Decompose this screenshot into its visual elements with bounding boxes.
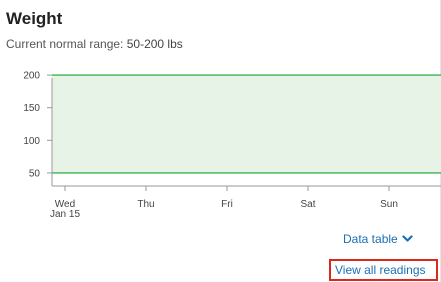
x-tick-label: Sat [300, 199, 315, 210]
x-tick-label: Thu [137, 199, 154, 210]
normal-range-band [52, 75, 441, 173]
y-tick-label: 100 [23, 136, 40, 147]
x-tick-label-line: Sat [300, 199, 315, 210]
view-all-readings-link[interactable]: View all readings [335, 263, 426, 277]
x-tick-label-line: Thu [137, 199, 154, 210]
data-table-label: Data table [343, 232, 398, 246]
data-table-toggle[interactable]: Data table [343, 232, 413, 246]
x-tick-label: Sun [380, 199, 398, 210]
x-tick-label-line: Fri [221, 199, 233, 210]
y-tick-label: 150 [23, 103, 40, 114]
y-tick-label: 50 [29, 168, 41, 179]
x-tick-label: Wed Jan 15 [50, 199, 80, 220]
x-tick-label: Fri [221, 199, 233, 210]
x-tick-label-line: Jan 15 [50, 209, 80, 220]
y-tick-label: 200 [23, 71, 40, 82]
weight-card: Weight Current normal range: 50-200 lbs … [0, 0, 441, 282]
chevron-down-icon [402, 235, 413, 242]
view-all-highlight: View all readings [329, 259, 438, 281]
x-tick-label-line: Sun [380, 199, 398, 210]
